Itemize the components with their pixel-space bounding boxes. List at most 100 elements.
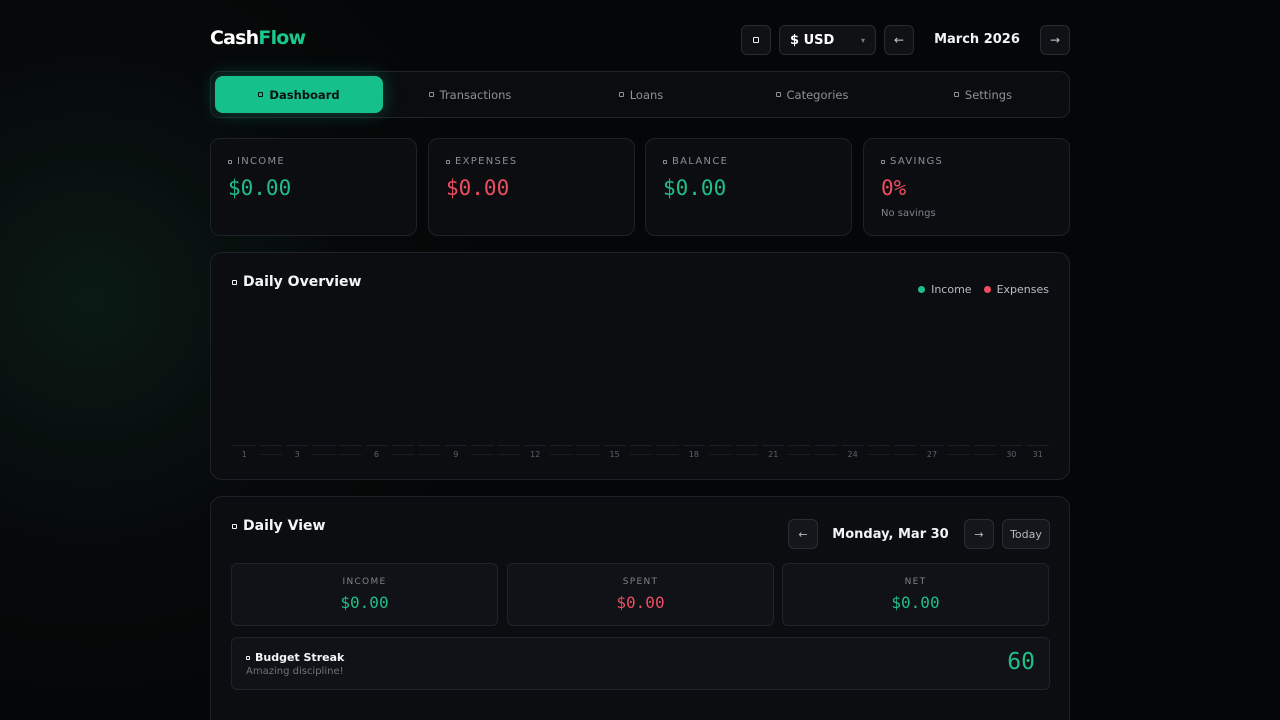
income-bar-day-20: [735, 445, 747, 446]
categories-icon: [775, 92, 781, 97]
income-card: INCOME $0.00: [210, 138, 417, 236]
income-label: INCOME: [237, 156, 286, 167]
expense-bar-day-10: [482, 445, 494, 446]
tab-transactions[interactable]: Transactions: [386, 76, 554, 113]
prev-day-button[interactable]: ←: [788, 519, 818, 549]
income-icon: [228, 159, 232, 164]
tab-dashboard[interactable]: Dashboard: [215, 76, 383, 113]
tab-loans[interactable]: Loans: [557, 76, 725, 113]
income-bar-day-23: [814, 445, 827, 446]
x-tick-label: 6: [374, 450, 379, 459]
balance-label-row: BALANCE: [663, 156, 728, 167]
next-month-button[interactable]: →: [1040, 25, 1070, 55]
daily-net-value: $0.00: [891, 593, 940, 612]
tab-label: Dashboard: [269, 87, 340, 102]
x-tick-placeholder: [471, 454, 494, 455]
savings-label-row: SAVINGS: [881, 156, 943, 167]
x-tick-label: 27: [927, 450, 937, 459]
income-bar-day-31: [1026, 445, 1038, 446]
streak-title-row: Budget Streak: [246, 651, 344, 664]
x-tick-placeholder: [629, 454, 653, 455]
legend-income-dot: [918, 286, 926, 293]
income-bar-day-17: [656, 445, 668, 446]
daily-spent-box: SPENT $0.00: [507, 563, 774, 626]
currency-value: $ USD: [790, 32, 835, 48]
tab-categories[interactable]: Categories: [728, 76, 896, 113]
x-tick-placeholder: [418, 454, 441, 455]
expense-bar-day-17: [667, 445, 679, 446]
chart-icon: [232, 279, 237, 285]
expenses-label-row: EXPENSES: [446, 156, 517, 167]
income-bar-day-2: [259, 445, 271, 446]
x-tick-placeholder: [338, 454, 362, 455]
daily-income-value: $0.00: [340, 593, 389, 612]
daily-net-box: NET $0.00: [782, 563, 1049, 626]
income-bar-day-6: [365, 445, 377, 446]
x-tick-placeholder: [735, 454, 759, 455]
x-tick-label: 21: [768, 450, 778, 459]
x-tick-placeholder: [497, 454, 520, 455]
settings-icon: [953, 92, 959, 97]
expense-bar-day-11: [508, 445, 520, 446]
income-bar-day-10: [471, 445, 483, 446]
savings-card: SAVINGS 0% No savings: [863, 138, 1070, 236]
income-bar-day-25: [867, 445, 880, 446]
income-bar-day-19: [709, 445, 721, 446]
tab-label: Transactions: [439, 87, 512, 102]
daily-overview-title-row: Daily Overview: [232, 274, 361, 290]
income-bar-day-3: [286, 445, 298, 446]
streak-value: 60: [1007, 649, 1035, 675]
daily-spent-label: SPENT: [622, 577, 659, 587]
income-bar-day-15: [603, 445, 615, 446]
prev-month-button[interactable]: ←: [884, 25, 914, 55]
income-bar-day-8: [418, 445, 430, 446]
income-bar-day-22: [788, 445, 800, 446]
settings-square-icon: [753, 37, 759, 43]
streak-subtitle: Amazing discipline!: [246, 666, 344, 677]
current-month: March 2026: [934, 32, 1020, 47]
settings-square-button[interactable]: [741, 25, 771, 55]
x-tick-label: 15: [609, 450, 619, 459]
dashboard-icon: [258, 92, 264, 97]
income-bar-day-27: [920, 445, 932, 446]
expense-bar-day-5: [350, 445, 362, 446]
expense-bar-day-23: [826, 445, 838, 446]
next-day-button[interactable]: →: [964, 519, 994, 549]
expense-bar-day-14: [588, 445, 600, 446]
expense-bar-day-19: [720, 445, 732, 446]
x-tick-label: 24: [848, 450, 858, 459]
expense-bar-day-3: [297, 445, 309, 446]
income-bar-day-12: [524, 445, 536, 446]
expenses-icon: [446, 159, 450, 164]
expense-bar-day-24: [852, 445, 864, 446]
daily-view-panel: Daily View ← Monday, Mar 30 → Today INCO…: [210, 496, 1070, 720]
calendar-icon: [232, 523, 237, 529]
tab-settings[interactable]: Settings: [899, 76, 1067, 113]
income-bar-day-9: [444, 445, 456, 446]
balance-icon: [663, 159, 667, 164]
header: CashFlow $ USD ▾ ← March 2026 →: [210, 24, 1070, 56]
expenses-label: EXPENSES: [455, 156, 518, 167]
tab-label: Loans: [629, 87, 664, 102]
today-button[interactable]: Today: [1002, 519, 1050, 549]
expense-bar-day-30: [1011, 445, 1023, 446]
expense-bar-day-16: [641, 445, 653, 446]
currency-select[interactable]: $ USD ▾: [779, 25, 876, 55]
income-bar-day-24: [841, 445, 853, 446]
legend-expenses-dot: [983, 286, 991, 293]
current-day: Monday, Mar 30: [832, 527, 949, 542]
logo-flow: Flow: [258, 27, 306, 49]
x-tick-placeholder: [947, 454, 970, 455]
income-bar-day-5: [338, 445, 351, 446]
transactions-icon: [428, 92, 434, 97]
logo-cash: Cash: [210, 27, 259, 49]
x-tick-label: 12: [530, 450, 540, 459]
income-bar-day-16: [629, 445, 641, 446]
income-bar-day-14: [576, 445, 589, 446]
expense-bar-day-29: [984, 445, 997, 446]
x-tick-placeholder: [656, 454, 679, 455]
x-tick-placeholder: [259, 454, 282, 455]
daily-overview-panel: Daily Overview Income Expenses 1 3 6 9 12 15 1…: [210, 252, 1070, 480]
x-tick-label: 31: [1033, 450, 1043, 459]
daily-view-title-row: Daily View: [232, 518, 325, 534]
